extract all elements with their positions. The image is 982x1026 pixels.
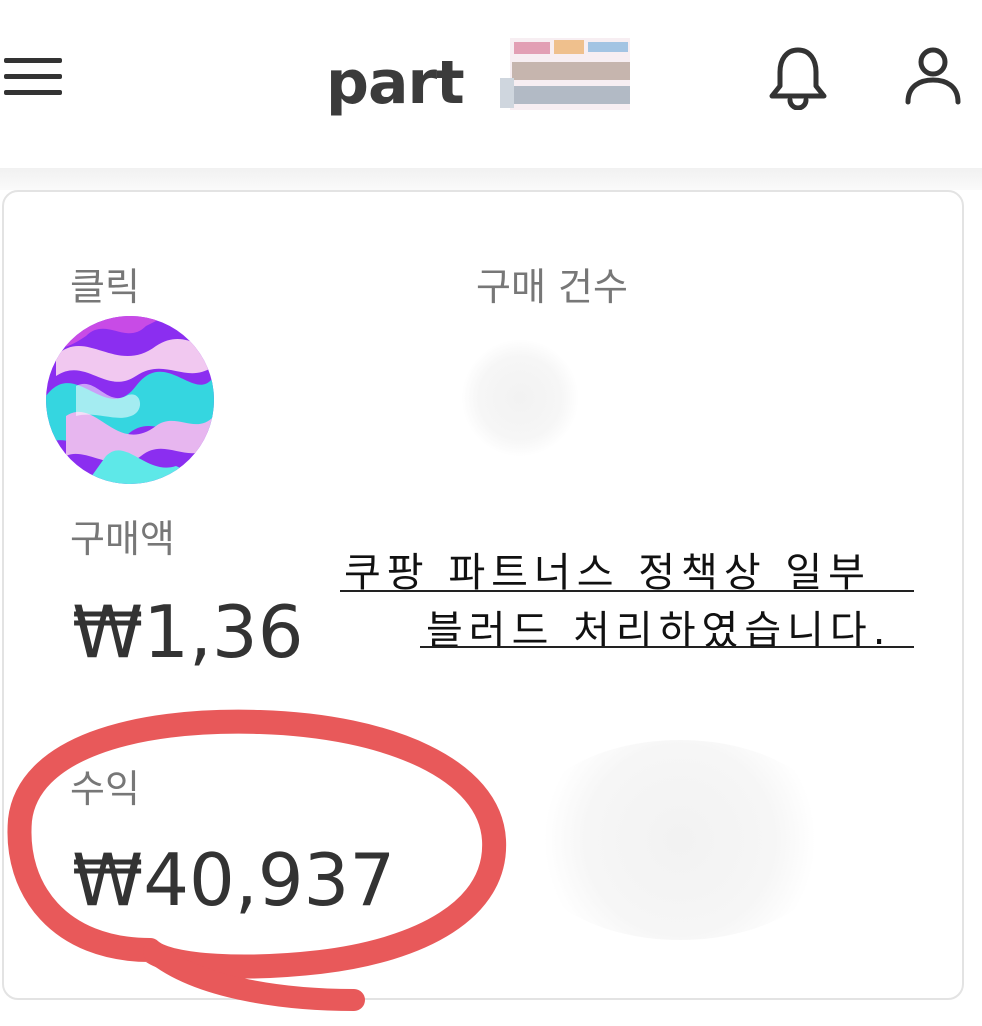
app-header: part: [0, 0, 982, 168]
bell-icon[interactable]: [766, 44, 830, 111]
clicks-value-blur-image: [46, 316, 214, 484]
purchase-amount-clip: ₩1,364: [72, 590, 300, 680]
brand-logo[interactable]: part: [326, 28, 646, 128]
purchases-label: 구매 건수: [476, 265, 628, 309]
annotation-underline-1: [340, 590, 914, 592]
logo-censored-blur: [500, 36, 632, 112]
annotation-underline-2: [420, 646, 914, 648]
purchases-value-blur: [462, 340, 578, 456]
revenue-label: 수익: [70, 767, 140, 811]
user-icon[interactable]: [902, 44, 964, 106]
logo-text: part: [326, 48, 465, 118]
hamburger-menu-icon[interactable]: [4, 52, 64, 100]
purchase-amount-label: 구매액: [70, 517, 175, 561]
revenue-value: ₩40,937: [72, 838, 396, 922]
clicks-label: 클릭: [70, 265, 140, 309]
header-divider: [0, 168, 982, 190]
revenue-side-blur: [520, 740, 840, 940]
purchase-amount-value: ₩1,364: [72, 590, 300, 674]
